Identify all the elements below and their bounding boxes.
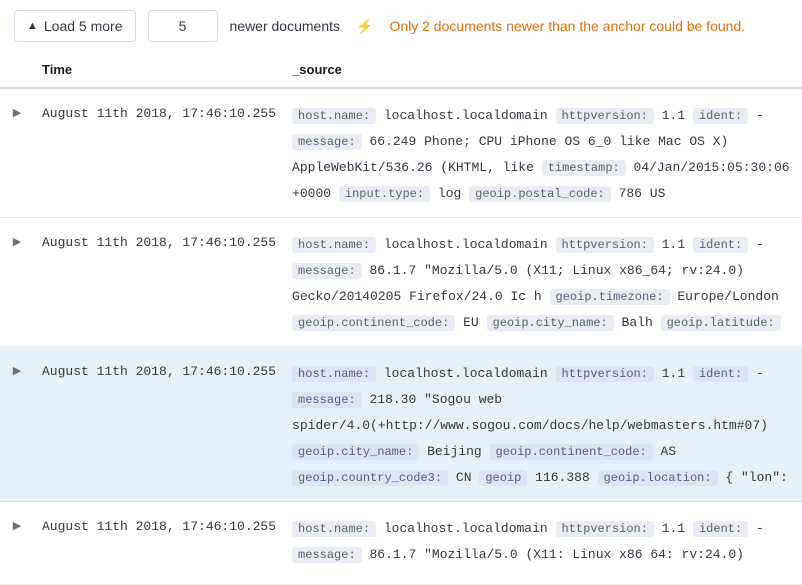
field-geoip-location: geoip.location:	[598, 470, 718, 486]
field-message: message:	[292, 263, 362, 279]
time-value: August 11th 2018, 17:46:10.255	[34, 218, 284, 347]
field-geoip-city-name: geoip.city_name:	[487, 315, 614, 331]
table-row-anchor: ▶ August 11th 2018, 17:46:10.255 host.na…	[0, 347, 802, 502]
field-geoip-latitude: geoip.latitude:	[661, 315, 781, 331]
expand-row-toggle[interactable]: ▶	[0, 218, 34, 347]
expand-row-toggle[interactable]: ▶	[0, 502, 34, 585]
time-value: August 11th 2018, 17:46:10.255	[34, 502, 284, 585]
field-httpversion: httpversion:	[556, 108, 654, 124]
expand-row-toggle[interactable]: ▶	[0, 88, 34, 218]
time-value: August 11th 2018, 17:46:10.255	[34, 88, 284, 218]
table-row: ▶ August 11th 2018, 17:46:10.255 host.na…	[0, 88, 802, 218]
field-host-name: host.name:	[292, 237, 376, 253]
field-host-name: host.name:	[292, 366, 376, 382]
surrounding-docs-bar: ▲ Load 5 more newer documents ⚡ Only 2 d…	[0, 0, 802, 52]
field-httpversion: httpversion:	[556, 521, 654, 537]
field-ident: ident:	[693, 521, 748, 537]
source-summary: host.name: localhost.localdomain httpver…	[284, 88, 802, 218]
field-host-name: host.name:	[292, 521, 376, 537]
field-geoip-continent-code: geoip.continent_code:	[490, 444, 653, 460]
field-httpversion: httpversion:	[556, 237, 654, 253]
field-geoip-tail: geoip	[479, 470, 527, 486]
lightning-icon: ⚡	[356, 18, 373, 35]
chevron-up-icon: ▲	[27, 20, 38, 32]
field-ident: ident:	[693, 366, 748, 382]
field-geoip-timezone: geoip.timezone:	[550, 289, 670, 305]
field-message: message:	[292, 134, 362, 150]
load-more-label: Load 5 more	[44, 18, 123, 34]
field-geoip-city-name: geoip.city_name:	[292, 444, 419, 460]
field-host-name: host.name:	[292, 108, 376, 124]
anchor-warning-text: Only 2 documents newer than the anchor c…	[389, 18, 745, 34]
source-summary: host.name: localhost.localdomain httpver…	[284, 502, 802, 585]
table-row: ▶ August 11th 2018, 17:46:10.255 host.na…	[0, 502, 802, 585]
field-geoip-continent-code: geoip.continent_code:	[292, 315, 455, 331]
load-count-input[interactable]	[148, 10, 218, 42]
table-row: ▶ August 11th 2018, 17:46:10.255 host.na…	[0, 218, 802, 347]
field-geoip-country-code3: geoip.country_code3:	[292, 470, 448, 486]
field-geoip-postal-code: geoip.postal_code:	[469, 186, 611, 202]
header-time[interactable]: Time	[34, 52, 284, 88]
header-toggle	[0, 52, 34, 88]
field-httpversion: httpversion:	[556, 366, 654, 382]
field-timestamp: timestamp:	[542, 160, 626, 176]
time-value: August 11th 2018, 17:46:10.255	[34, 347, 284, 502]
header-source[interactable]: _source	[284, 52, 802, 88]
field-ident: ident:	[693, 237, 748, 253]
field-input-type: input.type:	[339, 186, 430, 202]
field-message: message:	[292, 392, 362, 408]
load-more-newer-button[interactable]: ▲ Load 5 more	[14, 10, 136, 42]
documents-table: Time _source ▶ August 11th 2018, 17:46:1…	[0, 52, 802, 585]
source-summary: host.name: localhost.localdomain httpver…	[284, 218, 802, 347]
expand-row-toggle[interactable]: ▶	[0, 347, 34, 502]
field-ident: ident:	[693, 108, 748, 124]
source-summary: host.name: localhost.localdomain httpver…	[284, 347, 802, 502]
field-message: message:	[292, 547, 362, 563]
newer-documents-text: newer documents	[230, 18, 341, 34]
